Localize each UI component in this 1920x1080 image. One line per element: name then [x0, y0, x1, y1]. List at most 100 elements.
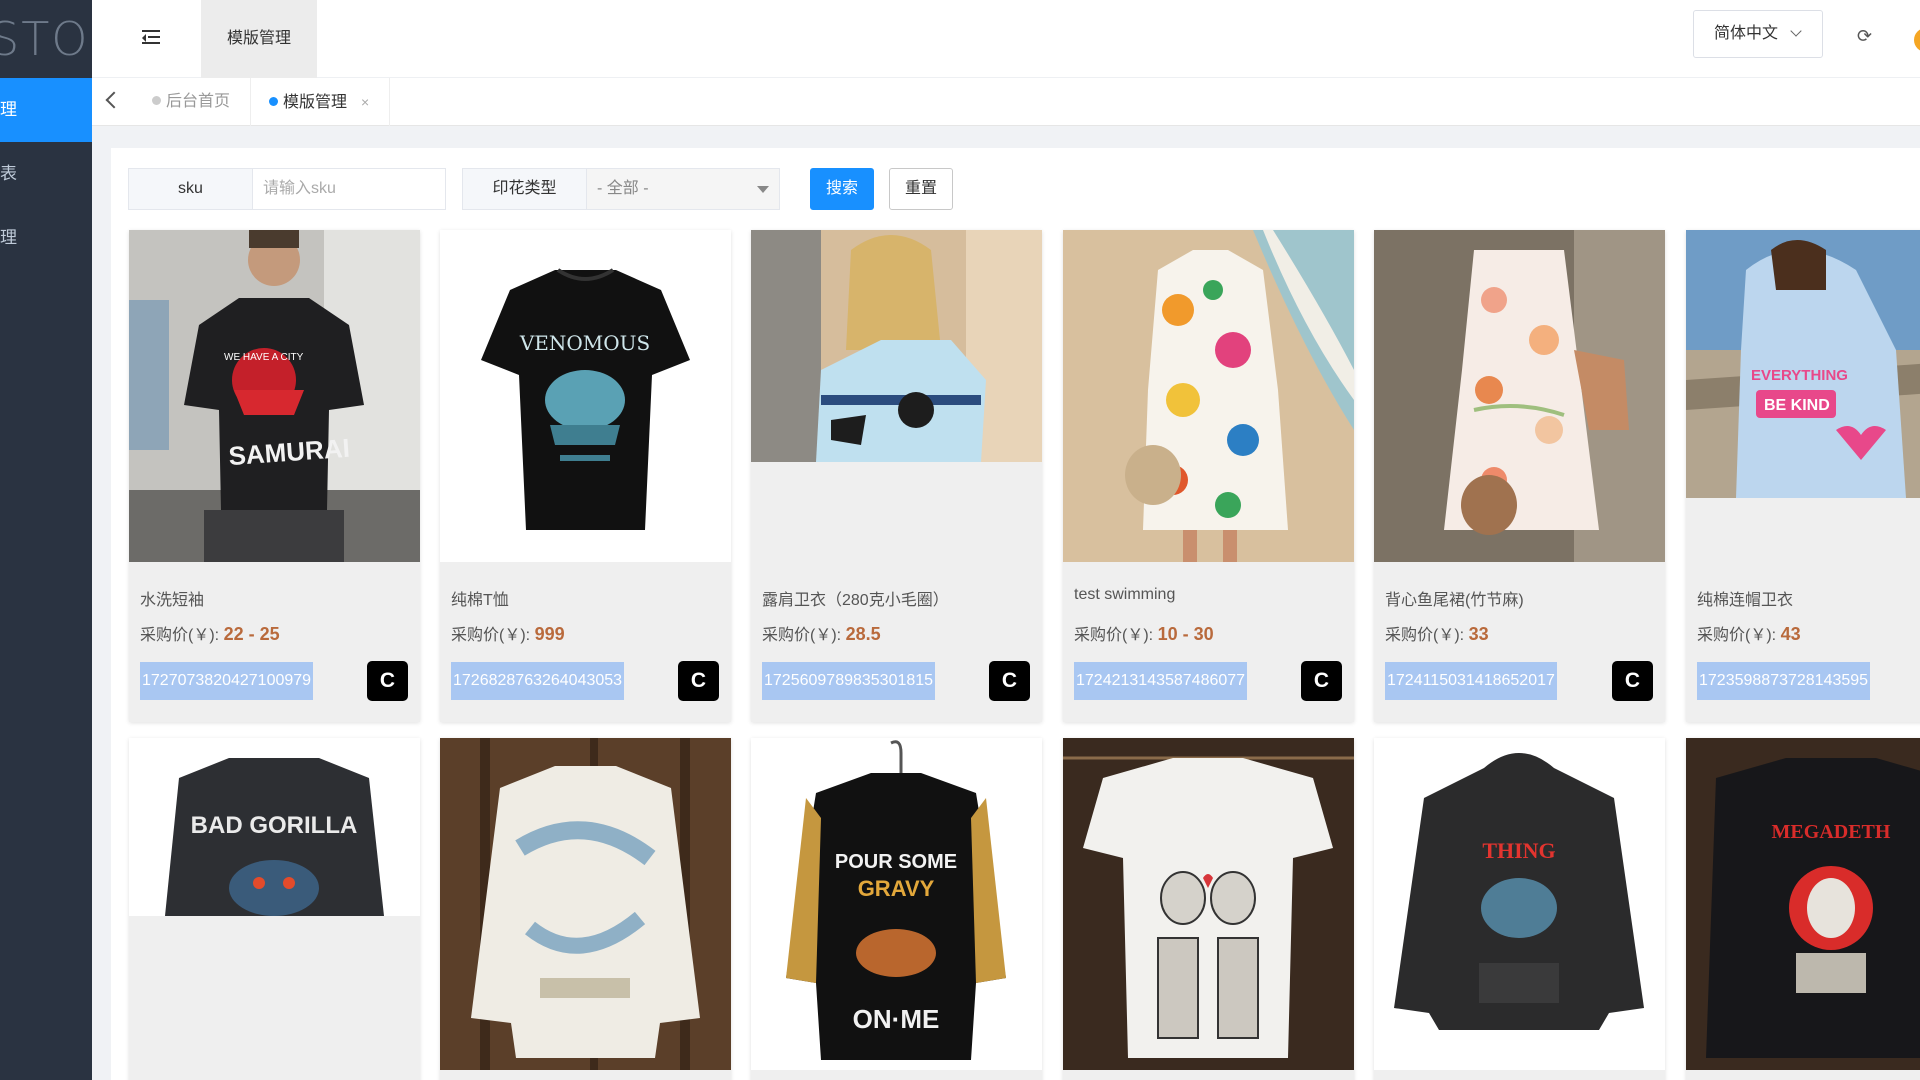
product-sku[interactable]: 1724115031418652017 — [1385, 662, 1557, 700]
product-card[interactable]: VENOMOUS 纯棉T恤 采购价(￥): 999 17268287632640… — [440, 230, 731, 722]
price-label: 采购价(￥): — [762, 627, 846, 644]
tag-home[interactable]: 后台首页 — [132, 78, 252, 126]
product-image[interactable]: BAD GORILLA — [129, 738, 420, 916]
svg-text:WE HAVE A CITY: WE HAVE A CITY — [224, 352, 304, 363]
sidebar-item-label: 理 — [0, 228, 17, 247]
svg-text:BE KIND: BE KIND — [1764, 397, 1830, 414]
svg-text:GRAVY: GRAVY — [858, 876, 935, 901]
price-value: 999 — [534, 624, 565, 644]
product-card[interactable]: MEGADETH — [1686, 738, 1920, 1080]
product-card[interactable]: POUR SOME GRAVY ON·ME — [751, 738, 1042, 1080]
svg-text:ON·ME: ON·ME — [853, 1004, 940, 1034]
caret-down-icon — [757, 186, 769, 193]
print-type-select-value: - 全部 - — [597, 180, 649, 197]
sidebar-item-label: 表 — [0, 164, 17, 183]
product-sku[interactable]: 1724213143587486077 — [1074, 662, 1248, 700]
price-value: 10 - 30 — [1157, 624, 1214, 644]
product-name: 纯棉T恤 — [451, 592, 509, 609]
chevron-down-icon — [1790, 25, 1802, 37]
close-icon[interactable]: × — [361, 94, 369, 110]
product-card[interactable]: SAMURAI WE HAVE A CITY 水洗短袖 采购价(￥): 22 -… — [129, 230, 420, 722]
price-label: 采购价(￥): — [1074, 627, 1158, 644]
product-image[interactable] — [440, 738, 731, 1070]
svg-text:EVERYTHING: EVERYTHING — [1751, 367, 1848, 384]
price-label: 采购价(￥): — [451, 627, 535, 644]
product-price: 采购价(￥): 33 — [1385, 621, 1489, 645]
language-select[interactable]: 简体中文 — [1693, 10, 1823, 58]
sku-input[interactable]: 请输入sku — [253, 169, 445, 209]
menu-collapse-icon[interactable] — [142, 28, 160, 46]
c-badge-button[interactable]: C — [1612, 661, 1653, 701]
product-sku[interactable]: 1723598873728143595 — [1697, 662, 1871, 700]
product-price: 采购价(￥): 999 — [451, 621, 565, 645]
product-image[interactable]: VENOMOUS — [440, 230, 731, 562]
svg-text:MEGADETH: MEGADETH — [1772, 821, 1891, 843]
product-price: 采购价(￥): 28.5 — [762, 621, 881, 645]
price-label: 采购价(￥): — [1697, 627, 1781, 644]
sku-filter: sku 请输入sku — [128, 168, 446, 210]
print-type-filter: 印花类型 - 全部 - — [462, 168, 780, 210]
product-image[interactable] — [751, 230, 1042, 462]
product-card[interactable]: test swimming 采购价(￥): 10 - 30 1724213143… — [1063, 230, 1354, 722]
sidebar-item-list[interactable]: 表 — [0, 142, 92, 206]
product-price: 采购价(￥): 10 - 30 — [1074, 621, 1214, 645]
header-tab-template-management[interactable]: 模版管理 — [201, 0, 317, 78]
product-name: 水洗短袖 — [140, 592, 205, 609]
product-name: 露肩卫衣（280克小毛圈） — [762, 592, 949, 609]
product-image[interactable] — [1374, 230, 1665, 562]
price-label: 采购价(￥): — [1385, 627, 1469, 644]
c-badge-button[interactable]: C — [367, 661, 408, 701]
price-label: 采购价(￥): — [140, 627, 224, 644]
product-image[interactable]: SAMURAI WE HAVE A CITY — [129, 230, 420, 562]
product-sku[interactable]: 1727073820427100979 — [140, 662, 314, 700]
sidebar-item-management[interactable]: 理 — [0, 206, 92, 270]
sidebar-item-template-management[interactable]: 理 — [0, 78, 92, 142]
avatar[interactable] — [1914, 28, 1920, 52]
product-card[interactable] — [440, 738, 731, 1080]
product-card[interactable]: 露肩卫衣（280克小毛圈） 采购价(￥): 28.5 1725609789835… — [751, 230, 1042, 722]
search-button[interactable]: 搜索 — [810, 168, 874, 210]
c-badge-button[interactable]: C — [1301, 661, 1342, 701]
product-image[interactable] — [1063, 230, 1354, 562]
sidebar: STOM 理 表 理 — [0, 0, 92, 1080]
product-image[interactable]: THING — [1374, 738, 1665, 1070]
tags-view-bar: 后台首页 模版管理 × — [92, 78, 1920, 126]
refresh-icon[interactable]: ⟳ — [1857, 27, 1873, 45]
product-sku[interactable]: 1726828763264043053 — [451, 662, 625, 700]
price-value: 22 - 25 — [223, 624, 280, 644]
product-price: 采购价(￥): 43 — [1697, 621, 1801, 645]
sku-filter-label: sku — [129, 169, 253, 209]
chevron-left-icon[interactable] — [105, 91, 123, 109]
svg-text:THING: THING — [1482, 838, 1555, 863]
product-card[interactable]: BAD GORILLA — [129, 738, 420, 1080]
svg-text:VENOMOUS: VENOMOUS — [519, 331, 650, 355]
reset-button[interactable]: 重置 — [889, 168, 953, 210]
c-badge-button[interactable]: C — [989, 661, 1030, 701]
print-type-label: 印花类型 — [463, 169, 587, 209]
tag-label: 后台首页 — [166, 93, 231, 110]
product-name: 纯棉连帽卫衣 — [1697, 592, 1794, 609]
product-card[interactable] — [1063, 738, 1354, 1080]
product-sku[interactable]: 1725609789835301815 — [762, 662, 936, 700]
product-image[interactable] — [1063, 738, 1354, 1070]
main-panel: sku 请输入sku 印花类型 - 全部 - 搜索 重置 SAMURAI WE … — [111, 148, 1920, 1080]
product-image[interactable]: MEGADETH — [1686, 738, 1920, 1070]
tag-label: 模版管理 — [283, 94, 348, 111]
product-card[interactable]: THING — [1374, 738, 1665, 1080]
c-badge-button[interactable]: C — [678, 661, 719, 701]
product-price: 采购价(￥): 22 - 25 — [140, 621, 280, 645]
product-image[interactable]: POUR SOME GRAVY ON·ME — [751, 738, 1042, 1070]
print-type-select[interactable]: - 全部 - — [587, 169, 779, 209]
sidebar-item-label: 理 — [0, 100, 17, 119]
tag-dot-icon — [152, 96, 161, 105]
price-value: 43 — [1780, 624, 1801, 644]
top-header: 模版管理 简体中文 ⟳ — [92, 0, 1920, 78]
tag-template-management[interactable]: 模版管理 × — [249, 78, 391, 126]
product-name: 背心鱼尾裙(竹节麻) — [1385, 592, 1524, 609]
product-card[interactable]: EVERYTHING BE KIND 纯棉连帽卫衣 采购价(￥): 43 172… — [1686, 230, 1920, 722]
tag-dot-icon — [269, 97, 278, 106]
product-card[interactable]: 背心鱼尾裙(竹节麻) 采购价(￥): 33 172411503141865201… — [1374, 230, 1665, 722]
product-image[interactable]: EVERYTHING BE KIND — [1686, 230, 1920, 498]
price-value: 33 — [1468, 624, 1489, 644]
logo: STOM — [0, 12, 92, 66]
